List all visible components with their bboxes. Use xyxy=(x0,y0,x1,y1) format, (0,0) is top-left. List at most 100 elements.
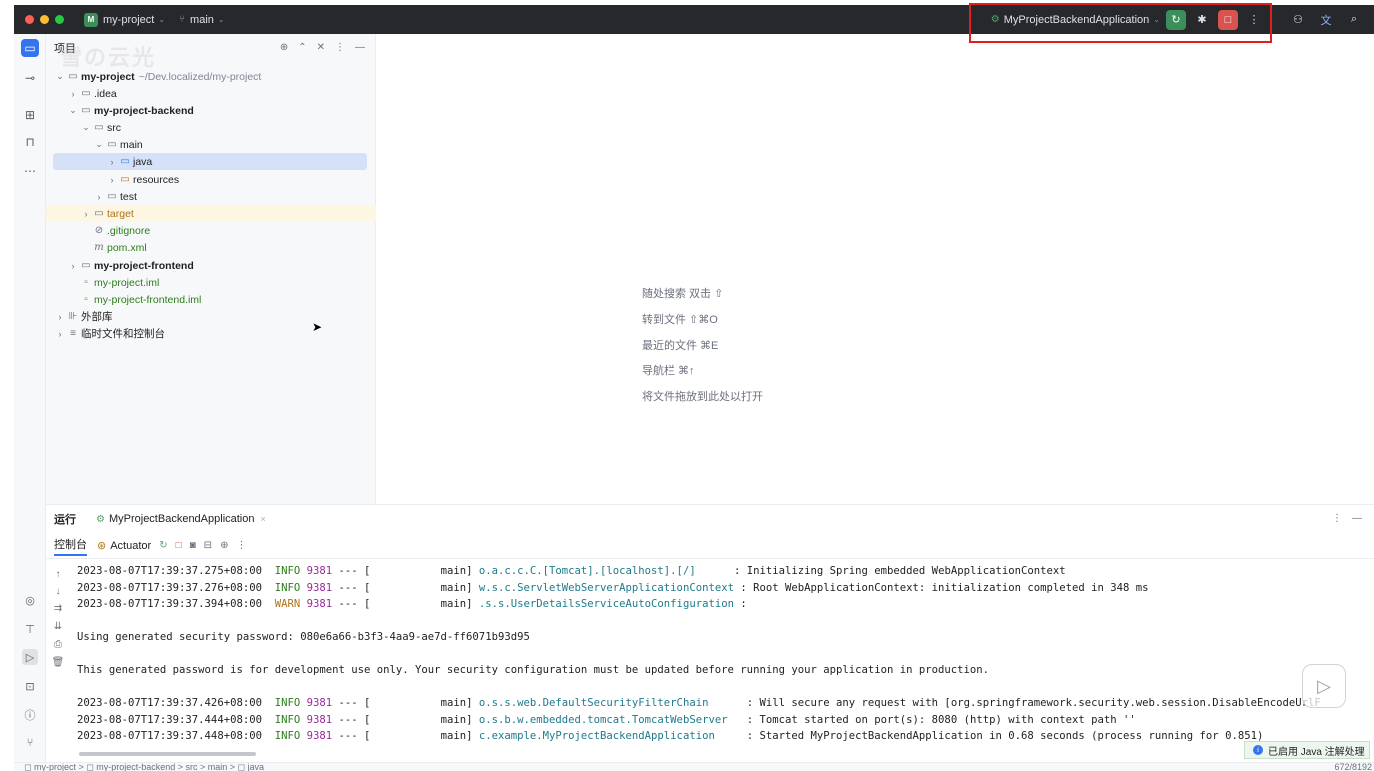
tree-item-project-iml[interactable]: ▫ my-project.iml xyxy=(79,274,159,291)
minimize-window-button[interactable] xyxy=(40,15,49,24)
stop-icon[interactable]: □ xyxy=(176,540,182,551)
user-add-icon: ⚇ xyxy=(1293,14,1303,26)
search-button[interactable]: ⌕ xyxy=(1344,10,1364,30)
hide-icon[interactable]: — xyxy=(1352,513,1362,524)
tree-item-scratches[interactable]: › ≡ 临时文件和控制台 xyxy=(54,325,166,342)
tree-item-idea[interactable]: › ▭ .idea xyxy=(67,85,117,102)
excluded-folder-icon: ▭ xyxy=(94,208,104,219)
expand-icon[interactable]: ⌃ xyxy=(298,42,306,53)
tree-item-external-libs[interactable]: › ⊪ 外部库 xyxy=(54,308,113,325)
close-icon[interactable]: × xyxy=(261,514,266,524)
problems-tool-icon[interactable]: ⓘ xyxy=(22,707,38,723)
restore-layout-icon[interactable]: ⊟ xyxy=(204,540,212,551)
zoom-icon[interactable]: ⊕ xyxy=(220,540,228,551)
zoom-window-button[interactable] xyxy=(55,15,64,24)
print-icon[interactable]: ⎙ xyxy=(51,639,65,650)
module-folder-icon: ▭ xyxy=(81,260,91,271)
tree-item-frontend-iml[interactable]: ▫ my-project-frontend.iml xyxy=(79,291,201,308)
bookmarks-tool-icon[interactable]: ⊓ xyxy=(21,133,39,151)
tab-actuator[interactable]: ⊛ Actuator xyxy=(97,539,151,553)
hide-icon[interactable]: — xyxy=(355,42,365,53)
notification-balloon[interactable]: i 已启用 Java 注解处理 xyxy=(1244,741,1370,759)
actuator-icon: ⊛ xyxy=(97,540,107,552)
scroll-down-icon[interactable]: ↓ xyxy=(51,586,65,597)
structure-tool-icon[interactable]: ⊞ xyxy=(21,106,39,124)
chevron-right-icon: › xyxy=(110,174,114,185)
console-thread: main] xyxy=(440,598,479,610)
tree-item-label: my-project-frontend.iml xyxy=(94,293,202,306)
tree-item-label: pom.xml xyxy=(107,241,147,254)
tree-item-pom[interactable]: m pom.xml xyxy=(92,239,147,256)
run-panel: 运行 ⚙ MyProjectBackendApplication × ⋮ — 控… xyxy=(46,504,1374,764)
tree-item-gitignore[interactable]: ⊘ .gitignore xyxy=(92,222,150,239)
tree-item-frontend[interactable]: › ▭ my-project-frontend xyxy=(67,257,194,274)
run-tool-icon[interactable]: ▷ xyxy=(22,649,38,665)
commit-tool-icon[interactable]: ⊸ xyxy=(21,69,39,87)
git-tool-icon[interactable]: ⑂ xyxy=(22,735,38,751)
memory-indicator[interactable]: 672/8192 xyxy=(1334,763,1372,771)
chevron-down-icon: ⌄ xyxy=(158,15,166,24)
trash-icon[interactable]: 🗑 xyxy=(51,657,65,668)
tree-item-backend[interactable]: ⌄ ▭ my-project-backend xyxy=(67,102,194,119)
console-line: 2023-08-07T17:39:37.276+08:00 INFO 9381 … xyxy=(77,580,1149,596)
tree-item-target[interactable]: › ▭ target xyxy=(80,205,134,222)
hint-goto-file: 转到文件 ⇧⌘O xyxy=(642,314,718,326)
scroll-up-icon[interactable]: ↑ xyxy=(51,569,65,580)
console-line: 2023-08-07T17:39:37.394+08:00 WARN 9381 … xyxy=(77,596,747,612)
more-vertical-icon[interactable]: ⋮ xyxy=(236,540,246,551)
tree-item-src[interactable]: ⌄ ▭ src xyxy=(80,119,121,136)
tree-item-test[interactable]: › ▭ test xyxy=(93,188,137,205)
tree-item-label: 临时文件和控制台 xyxy=(81,328,165,340)
project-tool-icon[interactable]: ▭ xyxy=(21,39,39,57)
close-window-button[interactable] xyxy=(25,15,34,24)
hint-search-everywhere: 随处搜索 双击 ⇧ xyxy=(642,288,724,300)
tree-item-main[interactable]: ⌄ ▭ main xyxy=(93,136,143,153)
services-tool-icon[interactable]: ◎ xyxy=(22,592,38,608)
project-selector[interactable]: my-project xyxy=(103,14,154,26)
tab-console[interactable]: 控制台 xyxy=(54,536,87,556)
tree-item-java[interactable]: › ▭ java xyxy=(106,153,153,170)
status-bar: ◻ my-project > ◻ my-project-backend > sr… xyxy=(14,762,1374,771)
translate-button[interactable]: 文 xyxy=(1316,10,1336,30)
options-icon[interactable]: ⋮ xyxy=(1332,513,1342,524)
library-icon: ⊪ xyxy=(68,311,78,322)
tree-item-resources[interactable]: › ▭ resources xyxy=(106,171,180,188)
camera-icon[interactable]: ◙ xyxy=(190,540,196,551)
add-user-button[interactable]: ⚇ xyxy=(1288,10,1308,30)
chevron-down-icon: ⌄ xyxy=(95,139,103,149)
console-pid: 9381 xyxy=(300,598,333,610)
tree-item-label: main xyxy=(120,138,143,151)
collapse-icon[interactable]: ✕ xyxy=(317,42,325,53)
options-icon[interactable]: ⋮ xyxy=(335,42,345,53)
terminal-tool-icon[interactable]: ⊡ xyxy=(22,678,38,694)
console-line: 2023-08-07T17:39:37.444+08:00 INFO 9381 … xyxy=(77,712,1136,728)
tree-item-label: my-project.iml xyxy=(94,276,160,289)
tab-run-config[interactable]: ⚙ MyProjectBackendApplication × xyxy=(96,513,266,525)
console-thread: main] xyxy=(440,714,479,726)
branch-selector[interactable]: main xyxy=(190,14,214,26)
console-line: 2023-08-07T17:39:37.448+08:00 INFO 9381 … xyxy=(77,728,1263,744)
scroll-to-end-icon[interactable]: ⇊ xyxy=(51,621,65,632)
soft-wrap-icon[interactable]: ⇉ xyxy=(51,603,65,614)
horizontal-scrollbar[interactable] xyxy=(79,752,256,756)
target-icon[interactable]: ⊕ xyxy=(280,42,288,53)
play-overlay-icon[interactable]: ▷ xyxy=(1302,664,1346,708)
console-pid: 9381 xyxy=(300,730,333,742)
notification-text: 已启用 Java 注解处理 xyxy=(1268,746,1365,758)
run-panel-title: 运行 xyxy=(54,514,76,526)
console-line: 2023-08-07T17:39:37.426+08:00 INFO 9381 … xyxy=(77,695,1321,711)
selected-row-highlight xyxy=(53,153,367,170)
console-message: : xyxy=(740,598,747,610)
rerun-icon[interactable]: ↻ xyxy=(159,540,167,551)
breadcrumb[interactable]: ◻ my-project > ◻ my-project-backend > sr… xyxy=(24,763,264,771)
chevron-right-icon: › xyxy=(58,328,62,339)
more-tools-icon[interactable]: ⋯ xyxy=(21,162,39,180)
tree-item-label: .idea xyxy=(94,87,117,100)
run-panel-actions: ⋮ — xyxy=(1332,513,1362,524)
console-line: Using generated security password: 080e6… xyxy=(77,629,530,645)
maven-icon: m xyxy=(94,242,104,253)
console-gutter: ↑ ↓ ⇉ ⇊ ⎙ 🗑 xyxy=(46,561,70,761)
build-tool-icon[interactable]: ⊤ xyxy=(22,621,38,637)
folder-icon: ▭ xyxy=(81,88,91,99)
folder-icon: ▭ xyxy=(107,139,117,150)
